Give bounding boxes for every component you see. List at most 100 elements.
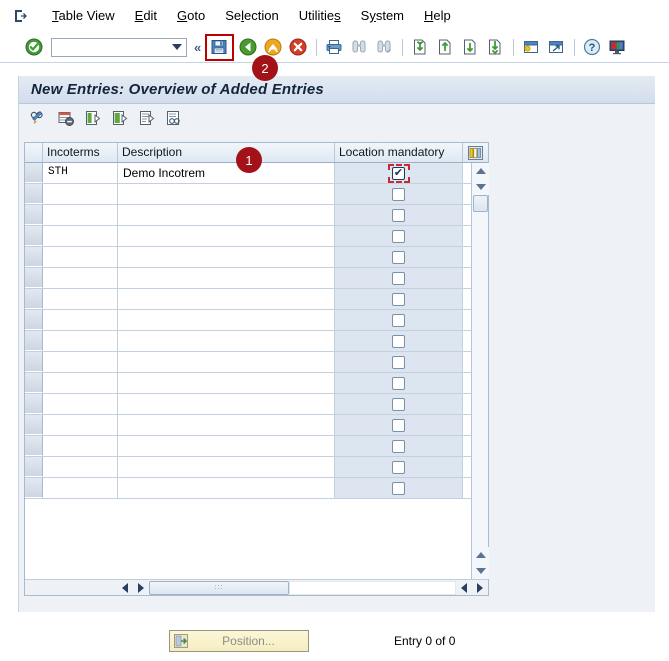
table-row[interactable] (25, 352, 488, 373)
vertical-scrollbar[interactable] (471, 163, 489, 579)
cell-incoterms[interactable] (43, 289, 118, 309)
row-selector-cell[interactable] (25, 352, 43, 372)
previous-page-icon[interactable] (433, 35, 457, 59)
location-mandatory-checkbox[interactable] (392, 187, 405, 201)
table-row[interactable] (25, 247, 488, 268)
location-mandatory-checkbox[interactable] (392, 334, 405, 348)
location-mandatory-checkbox[interactable] (392, 439, 405, 453)
cell-incoterms[interactable] (43, 352, 118, 372)
printer-icon[interactable] (322, 35, 346, 59)
row-selector-cell[interactable] (25, 247, 43, 267)
location-mandatory-checkbox[interactable] (392, 271, 405, 285)
table-row[interactable] (25, 310, 488, 331)
cell-description[interactable] (118, 310, 335, 330)
next-page-icon[interactable] (458, 35, 482, 59)
cell-description[interactable] (118, 184, 335, 204)
vertical-scrollbar-thumb[interactable] (473, 195, 488, 212)
cell-description[interactable] (118, 394, 335, 414)
table-column-settings-icon[interactable] (463, 143, 487, 162)
menu-item-utilities[interactable]: Utilities (289, 6, 351, 25)
cell-description[interactable] (118, 226, 335, 246)
back-green-arrow-icon[interactable] (236, 35, 260, 59)
table-row[interactable] (25, 457, 488, 478)
location-mandatory-checkbox[interactable] (392, 376, 405, 390)
row-selector-cell[interactable] (25, 310, 43, 330)
scroll-left-end-icon[interactable] (456, 580, 472, 595)
cell-incoterms[interactable] (43, 205, 118, 225)
horizontal-scrollbar-thumb[interactable]: ∶∶∶ (149, 580, 289, 595)
cell-description[interactable] (118, 478, 335, 498)
cell-incoterms[interactable] (43, 184, 118, 204)
location-mandatory-checkbox[interactable] (392, 481, 405, 495)
select-block-green-icon[interactable] (108, 106, 132, 130)
cell-incoterms[interactable] (43, 373, 118, 393)
menu-item-edit[interactable]: Edit (125, 6, 167, 25)
create-shortcut-icon[interactable] (544, 35, 568, 59)
cell-description[interactable] (118, 415, 335, 435)
cell-description[interactable] (118, 289, 335, 309)
cell-description[interactable] (118, 268, 335, 288)
cell-incoterms[interactable] (43, 226, 118, 246)
cell-description[interactable] (118, 247, 335, 267)
hscroll-track[interactable] (289, 580, 456, 595)
cell-description[interactable] (118, 352, 335, 372)
scroll-down-icon[interactable] (472, 179, 489, 195)
cell-incoterms[interactable] (43, 310, 118, 330)
help-question-icon[interactable]: ? (580, 35, 604, 59)
binoculars-find-icon[interactable] (347, 35, 371, 59)
undo-entry-icon[interactable] (135, 106, 159, 130)
command-field[interactable] (51, 37, 187, 57)
cell-incoterms[interactable] (43, 478, 118, 498)
menu-item-system[interactable]: System (351, 6, 414, 25)
table-row[interactable] (25, 268, 488, 289)
scroll-up-icon[interactable] (472, 163, 489, 179)
menu-item-selection[interactable]: Selection (215, 6, 289, 25)
binoculars-find-next-icon[interactable] (372, 35, 396, 59)
table-row[interactable] (25, 226, 488, 247)
location-mandatory-checkbox[interactable] (392, 313, 405, 327)
row-selector-cell[interactable] (25, 436, 43, 456)
row-selector-cell[interactable] (25, 205, 43, 225)
table-row[interactable] (25, 415, 488, 436)
table-row[interactable] (25, 373, 488, 394)
location-mandatory-checkbox[interactable] (392, 418, 405, 432)
cell-description[interactable] (118, 331, 335, 351)
first-page-icon[interactable] (408, 35, 432, 59)
customize-local-layout-icon[interactable] (605, 35, 629, 59)
cell-incoterms[interactable] (43, 436, 118, 456)
cell-incoterms[interactable] (43, 268, 118, 288)
table-row[interactable] (25, 205, 488, 226)
row-selector-cell[interactable] (25, 415, 43, 435)
cancel-red-x-icon[interactable] (286, 35, 310, 59)
cell-incoterms[interactable] (43, 394, 118, 414)
cell-incoterms[interactable]: STH (43, 163, 118, 183)
collapse-toolbar-icon[interactable]: « (190, 40, 205, 55)
row-selector-cell[interactable] (25, 163, 43, 183)
table-row[interactable] (25, 436, 488, 457)
display-change-glasses-pencil-icon[interactable] (27, 106, 51, 130)
table-row[interactable] (25, 184, 488, 205)
location-mandatory-checkbox[interactable] (392, 208, 405, 222)
cell-description[interactable]: Demo Incotrem (118, 163, 335, 183)
location-mandatory-checkbox[interactable] (392, 397, 405, 411)
row-selector-cell[interactable] (25, 226, 43, 246)
row-selector-cell[interactable] (25, 478, 43, 498)
display-details-glasses-icon[interactable] (162, 106, 186, 130)
location-mandatory-checkbox[interactable]: ✔ (392, 166, 405, 180)
row-selector-cell[interactable] (25, 268, 43, 288)
row-selector-cell[interactable] (25, 373, 43, 393)
table-row[interactable] (25, 289, 488, 310)
cell-description[interactable] (118, 373, 335, 393)
create-session-icon[interactable] (519, 35, 543, 59)
last-page-icon[interactable] (483, 35, 507, 59)
cell-description[interactable] (118, 436, 335, 456)
row-selector-cell[interactable] (25, 184, 43, 204)
chevron-down-icon[interactable] (172, 44, 182, 50)
row-selector-cell[interactable] (25, 331, 43, 351)
scroll-page-down-icon[interactable] (472, 563, 489, 579)
column-header-description[interactable]: Description (118, 143, 335, 162)
location-mandatory-checkbox[interactable] (392, 355, 405, 369)
menu-item-table-view[interactable]: Table View (42, 6, 125, 25)
cell-incoterms[interactable] (43, 247, 118, 267)
save-floppy-icon[interactable] (207, 35, 231, 59)
